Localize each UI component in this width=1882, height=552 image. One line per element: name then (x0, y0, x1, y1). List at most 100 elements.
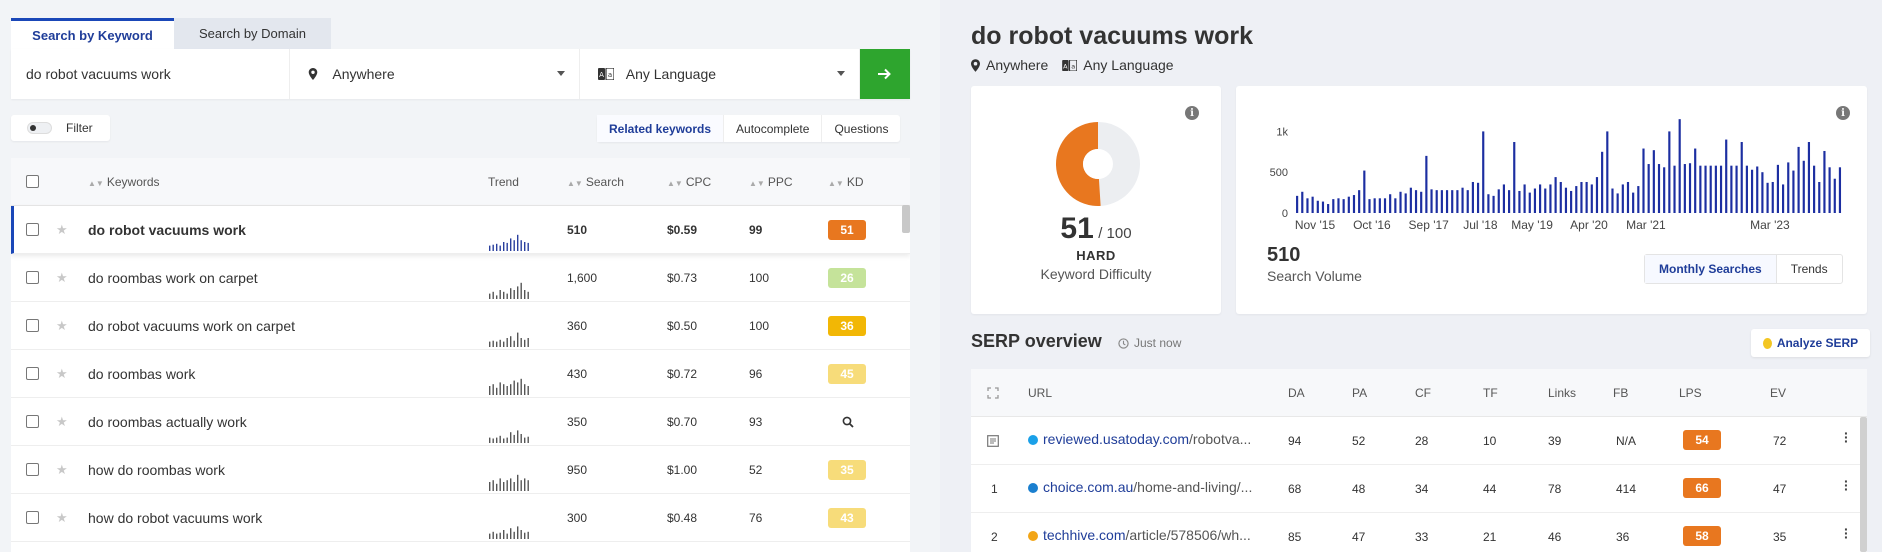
volume-bar[interactable] (1296, 195, 1299, 213)
info-icon[interactable]: i (1185, 106, 1199, 120)
volume-bar[interactable] (1802, 160, 1805, 213)
keyword-text[interactable]: how do robot vacuums work (88, 510, 262, 526)
volume-bar[interactable] (1828, 167, 1831, 213)
volume-bar[interactable] (1482, 131, 1485, 213)
volume-bar[interactable] (1611, 188, 1614, 213)
search-submit-button[interactable] (860, 49, 910, 99)
row-checkbox[interactable] (26, 319, 39, 332)
volume-bar[interactable] (1709, 165, 1712, 213)
volume-bar[interactable] (1414, 190, 1418, 213)
star-icon[interactable]: ★ (56, 414, 68, 430)
volume-bar[interactable] (1719, 165, 1723, 213)
volume-bar[interactable] (1813, 165, 1816, 213)
volume-bar[interactable] (1399, 191, 1402, 213)
table-row[interactable]: ★ do robot vacuums work on carpet 360 $0.50… (11, 302, 910, 350)
volume-bar[interactable] (1451, 190, 1454, 213)
volume-bar[interactable] (1358, 190, 1361, 213)
volume-bar[interactable] (1528, 192, 1531, 213)
volume-bar[interactable] (1383, 198, 1387, 213)
volume-bar[interactable] (1688, 163, 1692, 213)
serp-url[interactable]: techhive.com/article/578506/wh... (1028, 527, 1251, 543)
volume-bar[interactable] (1497, 189, 1500, 213)
volume-bar[interactable] (1466, 190, 1469, 213)
volume-bar[interactable] (1730, 165, 1733, 213)
filter-toggle[interactable]: Filter (11, 115, 110, 141)
expand-icon[interactable] (987, 387, 999, 399)
volume-bar[interactable] (1539, 184, 1542, 213)
keyword-input[interactable] (11, 49, 291, 99)
volume-bar[interactable] (1657, 164, 1661, 213)
table-row[interactable]: ★ do roombas work on carpet 1,600 $0.73 100 2… (11, 254, 910, 302)
volume-bar[interactable] (1673, 165, 1676, 213)
volume-bar[interactable] (1797, 146, 1800, 213)
keyword-text[interactable]: do robot vacuums work on carpet (88, 318, 295, 334)
star-icon[interactable]: ★ (56, 366, 68, 382)
volume-bar[interactable] (1492, 195, 1495, 213)
volume-bar[interactable] (1782, 184, 1785, 213)
volume-bar[interactable] (1678, 119, 1681, 213)
volume-bar[interactable] (1342, 199, 1345, 213)
row-checkbox[interactable] (26, 367, 39, 380)
tab-search-by-domain[interactable]: Search by Domain (174, 18, 331, 49)
volume-bar[interactable] (1332, 199, 1335, 213)
volume-bar[interactable] (1487, 194, 1490, 213)
volume-bar[interactable] (1420, 191, 1423, 213)
volume-bar[interactable] (1389, 194, 1392, 213)
volume-bar[interactable] (1327, 204, 1330, 213)
more-options-icon[interactable]: · · · (1844, 426, 1849, 448)
row-checkbox[interactable] (26, 415, 39, 428)
table-row[interactable]: ★ how do robot vacuums work 300 $0.48 76 43 (11, 494, 910, 542)
volume-bar[interactable] (1311, 196, 1314, 213)
volume-bar[interactable] (1585, 181, 1588, 213)
volume-bar[interactable] (1745, 165, 1748, 213)
volume-bar[interactable] (1394, 198, 1397, 213)
tab-related-keywords[interactable]: Related keywords (597, 115, 725, 142)
toggle-switch[interactable] (27, 122, 52, 134)
volume-bar[interactable] (1461, 187, 1464, 213)
volume-bar[interactable] (1518, 190, 1521, 213)
volume-bar[interactable] (1363, 170, 1366, 213)
volume-bar[interactable] (1833, 178, 1836, 213)
table-row[interactable]: ★ how do roombas work 950 $1.00 52 35 (11, 446, 910, 494)
volume-bar[interactable] (1787, 162, 1790, 213)
volume-bar[interactable] (1440, 190, 1443, 213)
volume-bar[interactable] (1771, 181, 1774, 213)
volume-bar[interactable] (1513, 142, 1516, 213)
volume-bar[interactable] (1564, 187, 1568, 213)
header-search[interactable]: ▲▼ Search (567, 175, 624, 189)
volume-bar[interactable] (1373, 198, 1376, 213)
volume-bar[interactable] (1430, 189, 1433, 213)
volume-bar[interactable] (1368, 199, 1371, 213)
row-checkbox[interactable] (26, 463, 39, 476)
serp-row[interactable]: reviewed.usatoday.com/robotva... 94 52 28 10… (971, 417, 1867, 465)
row-checkbox[interactable] (26, 223, 39, 236)
volume-bar[interactable] (1337, 198, 1340, 213)
volume-bar[interactable] (1580, 181, 1583, 213)
volume-bar[interactable] (1306, 198, 1309, 213)
star-icon[interactable]: ★ (56, 318, 68, 334)
header-ppc[interactable]: ▲▼ PPC (749, 175, 793, 189)
serp-row[interactable]: 2 techhive.com/article/578506/wh... 85 47 33… (971, 513, 1867, 552)
keywords-scrollbar[interactable] (902, 205, 910, 233)
volume-bar[interactable] (1642, 148, 1645, 213)
volume-bar[interactable] (1699, 165, 1702, 213)
more-options-icon[interactable]: · · · (1844, 522, 1849, 544)
language-dropdown[interactable]: Aa Any Language (580, 49, 861, 99)
volume-bar[interactable] (1756, 166, 1759, 213)
volume-bar[interactable] (1668, 131, 1671, 213)
volume-bar[interactable] (1590, 184, 1593, 213)
volume-bar[interactable] (1523, 184, 1526, 213)
keyword-text[interactable]: how do roombas work (88, 462, 225, 478)
volume-bar[interactable] (1807, 142, 1811, 213)
tab-questions[interactable]: Questions (822, 115, 900, 142)
volume-bar[interactable] (1601, 151, 1604, 213)
volume-bar[interactable] (1316, 200, 1319, 213)
volume-bar[interactable] (1549, 184, 1552, 213)
volume-bar[interactable] (1570, 190, 1573, 213)
volume-bar[interactable] (1476, 182, 1480, 213)
keyword-text[interactable]: do robot vacuums work (88, 222, 246, 238)
volume-bar[interactable] (1632, 192, 1635, 213)
header-cpc[interactable]: ▲▼ CPC (667, 175, 711, 189)
select-all-checkbox[interactable] (26, 175, 39, 188)
tab-trends[interactable]: Trends (1777, 255, 1842, 283)
